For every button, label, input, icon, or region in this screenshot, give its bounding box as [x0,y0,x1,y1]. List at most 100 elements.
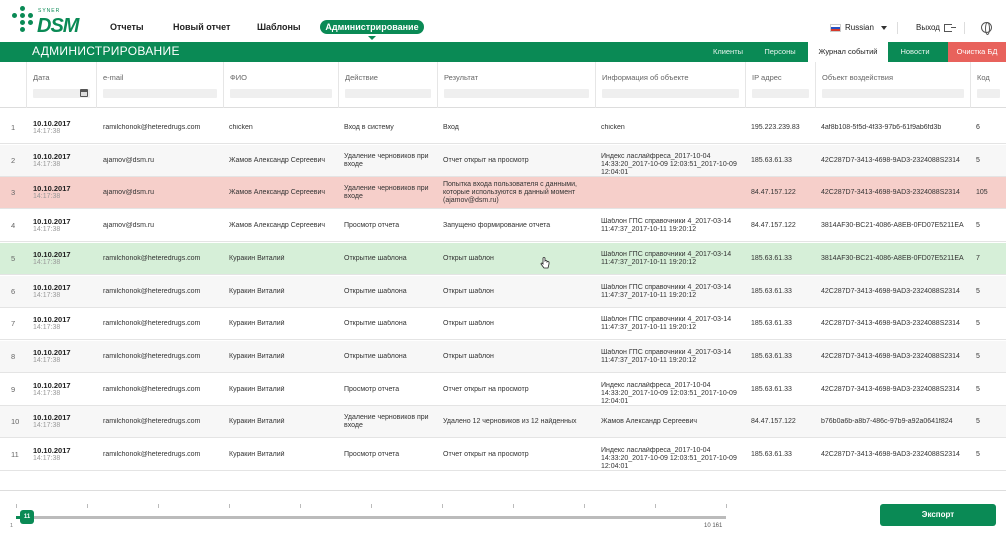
row-ip: 185.63.61.33 [751,254,792,262]
date-filter-input[interactable] [33,89,90,98]
slider-tick [300,504,301,508]
row-code: 5 [976,222,980,230]
row-email: ajamov@dsm.ru [103,156,155,164]
nav-templates[interactable]: Шаблоны [257,22,301,32]
russia-flag-icon [830,23,841,32]
row-object: 42C287D7-3413-4698-9AD3-2324088S2314 [821,189,960,197]
row-date-time: 14:17:38 [33,226,61,234]
row-fio: Куракин Виталий [229,352,285,360]
row-date: 10.10.2017 14:17:38 [33,447,93,463]
tab-clients[interactable]: Клиенты [703,42,753,62]
logo-dots-icon [12,6,36,36]
slider-tick [513,504,514,508]
table-row[interactable]: 1 10.10.2017 14:17:38 ramilchonok@heteredru… [0,112,1006,144]
fio-filter-input[interactable] [230,89,332,98]
row-object: 42C287D7-3413-4698-9AD3-2324088S2314 [821,352,960,360]
column-object-info: Информация об объекте [595,62,745,108]
tab-persons[interactable]: Персоны [755,42,805,62]
row-date: 10.10.2017 14:17:38 [33,251,93,267]
row-result: Открыт шаблон [443,352,494,360]
logout-label: Выход [916,23,940,32]
row-result: Отчет открыт на просмотр [443,385,529,393]
row-date-day: 10.10.2017 [33,120,71,128]
table-row[interactable]: 3 10.10.2017 14:17:38 ajamov@dsm.ru Жамов Ал… [0,177,1006,210]
tab-event-log[interactable]: Журнал событий [808,42,888,62]
pagination-slider-track[interactable] [16,516,726,519]
hand-cursor-icon [540,257,550,269]
row-email: ajamov@dsm.ru [103,222,155,230]
calendar-icon[interactable] [80,89,88,97]
table-footer: 11 1 10 161 Экспорт [0,490,1006,540]
table-row[interactable]: 8 10.10.2017 14:17:38 ramilchonok@heteredru… [0,340,1006,373]
row-result: Вход [443,124,459,131]
row-action: Просмотр отчета [344,451,400,458]
row-number: 3 [11,189,16,198]
row-fio: Куракин Виталий [229,320,285,328]
row-fio: Куракин Виталий [229,418,285,426]
row-code: 5 [976,287,980,295]
nav-reports[interactable]: Отчеты [110,22,144,32]
language-selector[interactable]: Russian [830,23,887,32]
table-row[interactable]: 9 10.10.2017 14:17:38 ramilchonok@heteredru… [0,374,1006,406]
row-ip: 185.63.61.33 [751,287,792,295]
slider-tick [655,504,656,508]
row-object: 42C287D7-3413-4698-9AD3-2324088S2314 [821,320,960,328]
email-filter-input[interactable] [103,89,217,98]
table-row[interactable]: 6 10.10.2017 14:17:38 ramilchonok@heteredru… [0,275,1006,308]
row-fio: Куракин Виталий [229,287,285,295]
ip-filter-input[interactable] [752,89,809,98]
row-action: Открытие шаблона [344,287,407,295]
row-number: 6 [11,287,16,296]
row-date-day: 10.10.2017 [33,283,71,292]
column-action: Действие [338,62,437,108]
tab-db-cleanup[interactable]: Очистка БД [948,42,1006,62]
row-action: Открытие шаблона [344,320,407,328]
row-action: Просмотр отчета [344,385,400,393]
nav-administration[interactable]: Администрирование [320,20,424,34]
nav-new-report[interactable]: Новый отчет [173,22,230,32]
slider-tick [726,504,727,508]
tab-news[interactable]: Новости [890,42,940,62]
pagination-slider-handle[interactable]: 11 [20,510,34,524]
row-info: Индекс ласлайфреса_2017-10-04 14:33:20_2… [601,381,737,405]
row-date-day: 10.10.2017 [33,185,71,194]
row-ip: 195.223.239.83 [751,124,800,131]
row-result: Открыт шаблон [443,287,494,295]
row-object: 3814AF30-BC21-4086-A8EB-0FD07E5211EA [821,254,964,262]
admin-header-bar: АДМИНИСТРИРОВАНИЕ Клиенты Персоны Журнал… [0,42,1006,62]
row-date-time: 14:17:38 [33,193,61,201]
row-code: 105 [976,189,988,197]
export-button[interactable]: Экспорт [880,504,996,526]
row-date-time: 14:17:38 [33,356,61,364]
table-row[interactable]: 11 10.10.2017 14:17:38 ramilchonok@heteredr… [0,439,1006,471]
slider-tick [87,504,88,508]
row-date-day: 10.10.2017 [33,447,71,455]
table-row[interactable]: 4 10.10.2017 14:17:38 ajamov@dsm.ru Жамов Ал… [0,210,1006,243]
column-fio: ФИО [223,62,338,108]
row-number: 8 [11,352,16,361]
table-row[interactable]: 10 10.10.2017 14:17:38 ramilchonok@heteredr… [0,406,1006,439]
row-email: ramilchonok@heteredrugs.com [103,254,201,262]
object-info-filter-input[interactable] [602,89,739,98]
action-filter-input[interactable] [345,89,431,98]
table-row[interactable]: 7 10.10.2017 14:17:38 ramilchonok@heteredru… [0,308,1006,341]
top-navigation: SYNER DSM Отчеты Новый отчет Шаблоны Адм… [0,0,1006,42]
column-email: e-mail [96,62,223,108]
row-object: 3814AF30-BC21-4086-A8EB-0FD07E5211EA [821,222,964,230]
row-date-day: 10.10.2017 [33,218,71,227]
row-object: 42C287D7-3413-4698-9AD3-2324088S2314 [821,287,960,295]
row-object: 42C287D7-3413-4698-9AD3-2324088S2314 [821,451,960,458]
table-row[interactable]: 5 10.10.2017 14:17:38 ramilchonok@heteredru… [0,242,1006,275]
result-filter-input[interactable] [444,89,589,98]
row-date-day: 10.10.2017 [33,152,71,161]
syner-dsm-logo[interactable]: SYNER DSM [12,6,82,38]
table-row[interactable]: 2 10.10.2017 14:17:38 ajamov@dsm.ru Жамов Ал… [0,144,1006,177]
slider-max-label: 10 161 [704,523,723,529]
code-filter-input[interactable] [977,89,1000,98]
row-object: 4af8b108-5f5d-4f33-97b6-61f9ab6fd3b [821,124,942,131]
row-number: 10 [11,418,20,427]
row-date: 10.10.2017 14:17:38 [33,153,93,169]
object-filter-input[interactable] [822,89,964,98]
logout-button[interactable]: Выход [916,23,956,32]
globe-icon[interactable] [981,22,992,35]
